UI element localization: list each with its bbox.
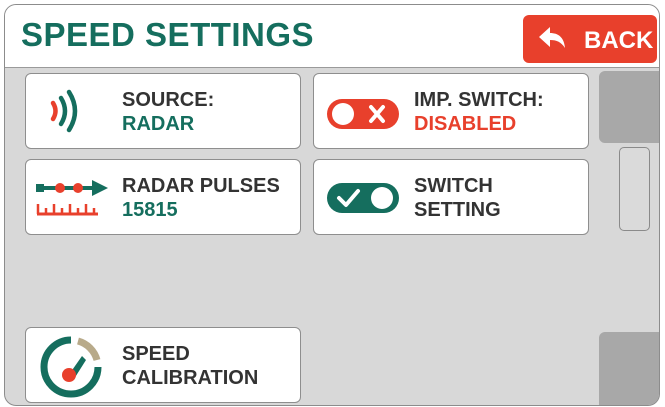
speed-calibration-label-line1: SPEED	[122, 343, 190, 365]
imp-switch-label: IMP. SWITCH:	[414, 89, 544, 111]
switch-setting-label-line2: SETTING	[414, 199, 501, 221]
imp-switch-value: DISABLED	[414, 113, 517, 135]
radar-waves-icon	[50, 89, 78, 133]
source-label: SOURCE:	[122, 89, 215, 111]
scrollbar-thumb[interactable]	[619, 147, 650, 231]
back-arrow-icon	[539, 27, 565, 48]
back-button[interactable]: BACK	[523, 15, 657, 63]
speed-calibration-label-line2: CALIBRATION	[122, 367, 259, 389]
back-button-label: BACK	[584, 27, 654, 54]
radar-pulses-value: 15815	[122, 199, 178, 221]
header-bar: SPEED SETTINGS BACK	[5, 5, 659, 68]
speedometer-icon	[40, 336, 102, 398]
imp-switch-tile[interactable]: IMP. SWITCH: DISABLED	[313, 73, 589, 149]
source-tile[interactable]: SOURCE: RADAR	[25, 73, 301, 149]
radar-pulses-icon	[36, 180, 108, 216]
speed-settings-screen: SPEED SETTINGS BACK SOURCE: RADAR IMP. S…	[4, 4, 660, 406]
radar-pulses-label: RADAR PULSES	[122, 175, 280, 197]
toggle-off-icon	[327, 99, 399, 129]
switch-setting-tile[interactable]: SWITCH SETTING	[313, 159, 589, 235]
scroll-up-button[interactable]	[599, 71, 659, 143]
switch-setting-label-line1: SWITCH	[414, 175, 493, 197]
radar-pulses-tile[interactable]: RADAR PULSES 15815	[25, 159, 301, 235]
source-value: RADAR	[122, 113, 195, 135]
scroll-down-button[interactable]	[599, 332, 659, 405]
toggle-on-icon	[327, 183, 399, 213]
page-title: SPEED SETTINGS	[21, 16, 315, 53]
speed-calibration-tile[interactable]: SPEED CALIBRATION	[25, 327, 301, 403]
